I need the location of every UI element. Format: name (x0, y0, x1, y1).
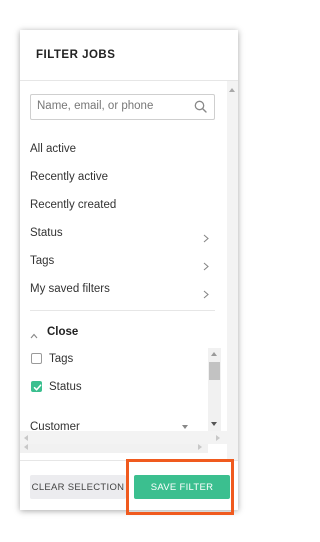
option-label: Status (49, 381, 82, 393)
search-icon[interactable] (194, 100, 207, 113)
scroll-right-arrow-icon[interactable] (216, 435, 220, 441)
search-input[interactable] (31, 95, 187, 117)
dropdown-arrow-icon[interactable] (182, 425, 188, 429)
checkmark-icon (33, 384, 42, 391)
filter-my-saved-filters[interactable]: My saved filters (30, 278, 214, 300)
option-status[interactable]: Status (30, 379, 200, 395)
options-vertical-scrollbar[interactable] (208, 348, 221, 436)
scroll-right-arrow-icon[interactable] (198, 444, 202, 450)
close-section-toggle[interactable]: Close (30, 324, 214, 340)
filter-all-active[interactable]: All active (30, 138, 214, 160)
scroll-up-arrow-icon[interactable] (229, 88, 235, 92)
close-section-label: Close (47, 326, 79, 338)
nav-item-label: Recently created (30, 199, 117, 211)
panel-header: FILTER JOBS (20, 30, 238, 81)
tags-checkbox[interactable] (31, 353, 42, 364)
panel-horizontal-scrollbar[interactable] (20, 431, 227, 444)
nav-item-label: Tags (30, 255, 55, 267)
scrollbar-thumb[interactable] (209, 362, 220, 380)
filter-jobs-panel: FILTER JOBS All active Recently active R… (20, 30, 238, 510)
search-box (30, 94, 215, 120)
nav-item-label: All active (30, 143, 77, 155)
option-label: Tags (49, 353, 74, 365)
save-filter-button[interactable]: SAVE FILTER (134, 475, 230, 499)
panel-title: FILTER JOBS (36, 49, 116, 61)
nav-item-label: My saved filters (30, 283, 110, 295)
filter-recently-active[interactable]: Recently active (30, 166, 214, 188)
nav-item-label: Status (30, 227, 63, 239)
filter-tags[interactable]: Tags (30, 250, 214, 272)
filter-recently-created[interactable]: Recently created (30, 194, 214, 216)
scroll-up-arrow-icon[interactable] (211, 352, 217, 356)
option-tags[interactable]: Tags (30, 351, 200, 367)
chevron-right-icon (203, 229, 209, 243)
chevron-right-icon (203, 285, 209, 299)
nav-item-label: Recently active (30, 171, 108, 183)
scroll-down-arrow-icon[interactable] (211, 422, 217, 426)
chevron-right-icon (203, 257, 209, 271)
section-divider (30, 310, 215, 311)
chevron-up-icon (30, 328, 38, 339)
scroll-left-arrow-icon[interactable] (24, 435, 28, 441)
filter-status[interactable]: Status (30, 222, 214, 244)
status-checkbox[interactable] (31, 381, 42, 392)
scroll-left-arrow-icon[interactable] (24, 444, 28, 450)
panel-footer: CLEAR SELECTION SAVE FILTER (20, 460, 238, 510)
clear-selection-button[interactable]: CLEAR SELECTION (30, 475, 126, 499)
panel-vertical-scrollbar[interactable] (227, 81, 238, 473)
